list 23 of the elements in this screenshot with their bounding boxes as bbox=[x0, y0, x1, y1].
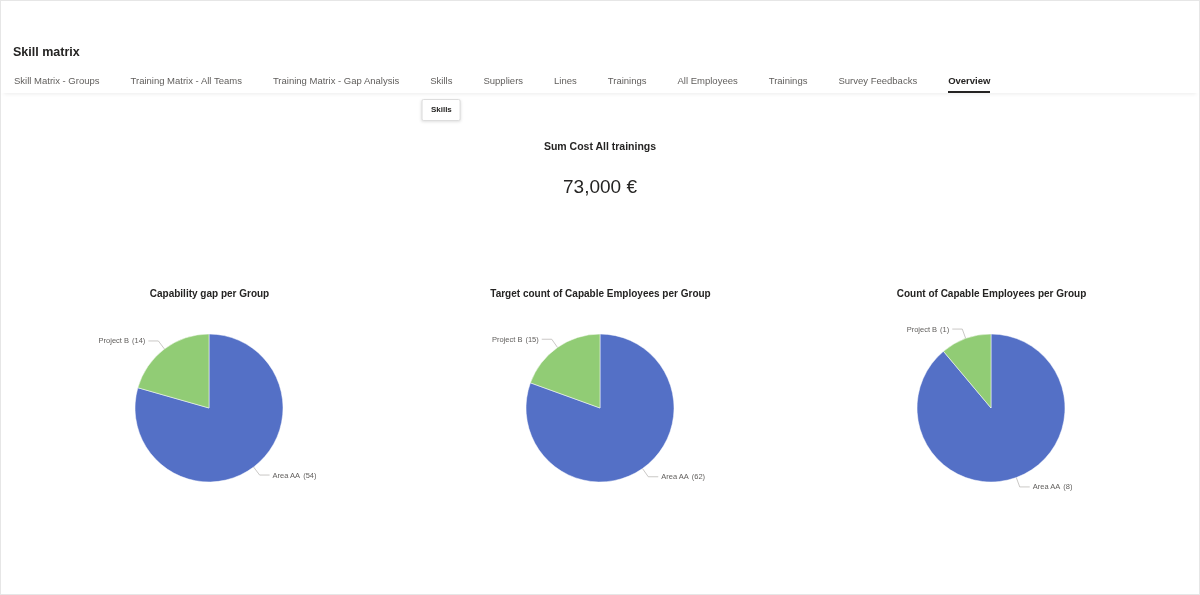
tab[interactable]: Training Matrix - Gap Analysis bbox=[262, 74, 410, 94]
tab[interactable]: Suppliers bbox=[473, 74, 534, 94]
tab[interactable]: Trainings bbox=[597, 74, 657, 94]
tooltip: Skills bbox=[421, 99, 461, 122]
tab[interactable]: Overview bbox=[938, 74, 1001, 94]
chart-title: Count of Capable Employees per Group bbox=[895, 287, 1088, 300]
leader-line bbox=[148, 340, 165, 349]
tab[interactable]: Skill Matrix - Groups bbox=[4, 74, 110, 94]
leader-line bbox=[642, 467, 659, 477]
leader-line bbox=[1015, 476, 1031, 487]
tab[interactable]: All Employees bbox=[667, 74, 748, 94]
leader-line bbox=[253, 466, 270, 475]
tab[interactable]: Lines bbox=[544, 74, 587, 94]
chart-title: Capability gap per Group bbox=[148, 287, 271, 300]
tab[interactable]: Survey Feedbacks bbox=[828, 74, 928, 94]
leader-line bbox=[951, 328, 967, 339]
tab[interactable]: Training Matrix - All Teams bbox=[120, 74, 252, 94]
card-title: Sum Cost All trainings bbox=[542, 139, 658, 155]
tab[interactable]: Trainings bbox=[758, 74, 818, 94]
leader-line bbox=[541, 338, 558, 348]
chart-title: Target count of Capable Employees per Group bbox=[489, 287, 712, 300]
page-title: Skill matrix bbox=[12, 44, 81, 60]
kpi-value: 73,000 € bbox=[562, 175, 638, 199]
